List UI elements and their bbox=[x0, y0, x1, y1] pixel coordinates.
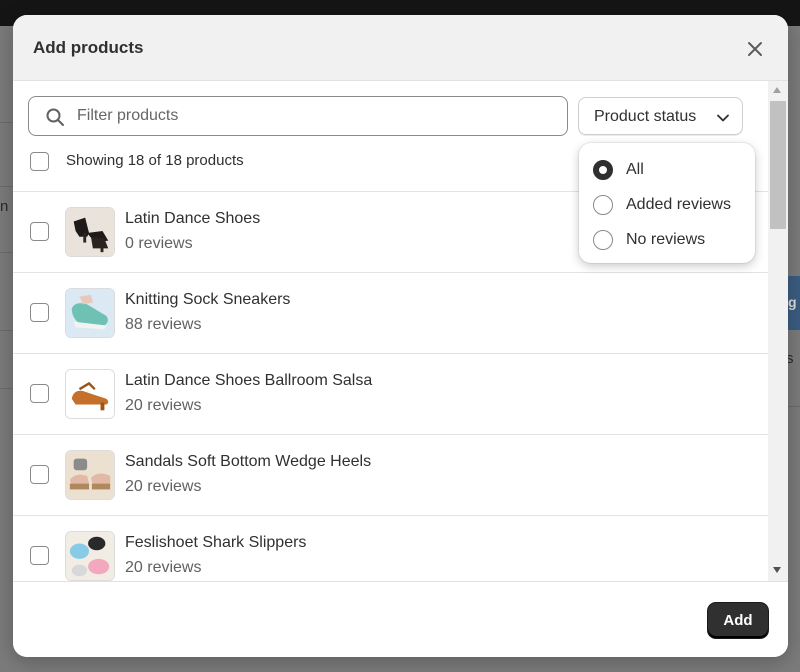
modal-title: Add products bbox=[33, 38, 144, 57]
scroll-down-arrow-icon[interactable] bbox=[773, 567, 781, 573]
product-status-button[interactable]: Product status bbox=[578, 97, 743, 135]
scrollbar-thumb[interactable] bbox=[770, 101, 786, 229]
product-review-count: 88 reviews bbox=[125, 316, 202, 333]
product-name: Feslishoet Shark Slippers bbox=[125, 534, 307, 551]
select-all-checkbox[interactable] bbox=[30, 152, 49, 171]
scrollbar[interactable] bbox=[768, 81, 788, 581]
product-thumbnail-sandals-wedge-heels bbox=[65, 450, 115, 500]
radio-unselected-icon[interactable] bbox=[593, 195, 613, 215]
status-option-label: All bbox=[626, 161, 644, 178]
showing-count: Showing 18 of 18 products bbox=[66, 152, 244, 169]
product-review-count: 20 reviews bbox=[125, 478, 202, 495]
product-status-dropdown: All Added reviews No reviews bbox=[579, 143, 755, 263]
filter-products-search[interactable] bbox=[28, 96, 568, 136]
search-icon bbox=[46, 108, 64, 126]
product-checkbox[interactable] bbox=[30, 384, 49, 403]
background-divider bbox=[788, 406, 800, 407]
status-option-added-reviews[interactable]: Added reviews bbox=[593, 192, 753, 218]
background-right-button: g bbox=[786, 276, 800, 330]
add-products-modal: Add products Product status Showing 18 o… bbox=[13, 15, 788, 657]
product-name: Latin Dance Shoes bbox=[125, 210, 261, 227]
product-review-count: 20 reviews bbox=[125, 397, 202, 414]
search-input[interactable] bbox=[77, 97, 557, 135]
close-button[interactable] bbox=[743, 37, 767, 61]
background-divider bbox=[0, 252, 13, 253]
product-checkbox[interactable] bbox=[30, 546, 49, 565]
background-divider bbox=[0, 388, 13, 389]
status-option-no-reviews[interactable]: No reviews bbox=[593, 227, 753, 253]
scroll-up-arrow-icon[interactable] bbox=[773, 87, 781, 93]
background-divider bbox=[0, 330, 13, 331]
background-edge-text: n bbox=[0, 198, 9, 215]
product-checkbox[interactable] bbox=[30, 222, 49, 241]
product-checkbox[interactable] bbox=[30, 303, 49, 322]
add-button[interactable]: Add bbox=[708, 603, 768, 638]
status-option-label: No reviews bbox=[626, 231, 706, 248]
product-row[interactable]: Sandals Soft Bottom Wedge Heels 20 revie… bbox=[13, 434, 768, 515]
product-name: Knitting Sock Sneakers bbox=[125, 291, 291, 308]
product-thumbnail-latin-dance-shoes bbox=[65, 207, 115, 257]
product-thumbnail-knitting-sock-sneakers bbox=[65, 288, 115, 338]
modal-header: Add products bbox=[13, 15, 788, 81]
product-review-count: 20 reviews bbox=[125, 559, 202, 576]
product-review-count: 0 reviews bbox=[125, 235, 193, 252]
radio-unselected-icon[interactable] bbox=[593, 230, 613, 250]
product-checkbox[interactable] bbox=[30, 465, 49, 484]
modal-footer: Add bbox=[13, 581, 788, 657]
close-icon bbox=[748, 42, 762, 56]
product-row[interactable]: Feslishoet Shark Slippers 20 reviews bbox=[13, 515, 768, 581]
product-thumbnail-latin-dance-shoes-ballroom-salsa bbox=[65, 369, 115, 419]
background-divider bbox=[0, 186, 13, 187]
product-row[interactable]: Latin Dance Shoes Ballroom Salsa 20 revi… bbox=[13, 353, 768, 434]
product-thumbnail-shark-slippers bbox=[65, 531, 115, 581]
status-option-label: Added reviews bbox=[626, 196, 731, 213]
background-right-button-text: g bbox=[788, 294, 797, 310]
product-name: Latin Dance Shoes Ballroom Salsa bbox=[125, 372, 373, 389]
background-divider bbox=[0, 122, 13, 123]
chevron-down-icon bbox=[717, 114, 729, 122]
product-status-label: Product status bbox=[594, 108, 697, 125]
radio-selected-icon[interactable] bbox=[593, 160, 613, 180]
product-name: Sandals Soft Bottom Wedge Heels bbox=[125, 453, 372, 470]
status-option-all[interactable]: All bbox=[593, 157, 753, 183]
product-row[interactable]: Knitting Sock Sneakers 88 reviews bbox=[13, 272, 768, 353]
